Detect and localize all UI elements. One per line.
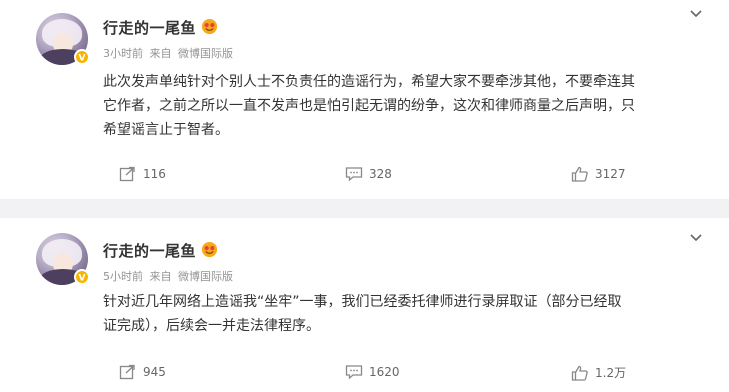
svg-text:V: V	[79, 54, 86, 63]
post-text-line: 它作者，之前之所以一直不发声也是怕引起无谓的纷争，这次和律师商量之后声明，只	[103, 98, 635, 114]
repost-icon	[119, 166, 135, 182]
like-count: 1.2万	[595, 366, 627, 380]
svg-text:V: V	[79, 274, 86, 283]
feed-divider	[0, 199, 729, 218]
weibo-post: V 行走的一尾鱼 3小时前 来自 微博国际版 此次发声单纯针对个别人士不负责任的…	[0, 0, 729, 199]
post-source[interactable]: 微博国际版	[178, 270, 233, 283]
like-button[interactable]: 1.2万	[571, 364, 626, 381]
chevron-down-icon[interactable]	[688, 232, 704, 244]
username[interactable]: 行走的一尾鱼	[103, 17, 196, 38]
post-actions: 116 328 3127	[0, 166, 729, 192]
vip-emoji-icon	[201, 18, 218, 35]
post-time[interactable]: 3小时前	[103, 47, 143, 60]
chevron-down-icon[interactable]	[688, 8, 704, 20]
thumbs-up-icon	[571, 166, 588, 182]
comment-button[interactable]: 1620	[345, 364, 400, 380]
post-text-line: 此次发声单纯针对个别人士不负责任的造谣行为，希望大家不要牵涉其他，不要牵连其	[103, 74, 635, 90]
post-text-line: 证完成），后续会一并走法律程序。	[103, 318, 320, 334]
verified-badge-icon: V	[74, 269, 90, 285]
post-content: 此次发声单纯针对个别人士不负责任的造谣行为，希望大家不要牵涉其他，不要牵连其 它…	[103, 70, 713, 142]
comment-icon	[345, 365, 363, 380]
post-content: 针对近几年网络上造谣我“坐牢”一事，我们已经委托律师进行录屏取证（部分已经取 证…	[103, 290, 713, 338]
post-meta: 5小时前 来自 微博国际版	[103, 268, 236, 284]
verified-badge-icon: V	[74, 49, 90, 65]
repost-button[interactable]: 945	[119, 364, 166, 380]
like-count: 3127	[595, 167, 626, 181]
weibo-post: V 行走的一尾鱼 5小时前 来自 微博国际版 针对近几年网络上造谣我“坐牢”一事…	[0, 218, 729, 392]
repost-count: 116	[143, 167, 166, 181]
source-prefix: 来自	[149, 47, 172, 60]
comment-count: 328	[369, 167, 392, 181]
repost-icon	[119, 364, 135, 380]
post-meta: 3小时前 来自 微博国际版	[103, 45, 236, 61]
username[interactable]: 行走的一尾鱼	[103, 240, 196, 261]
source-prefix: 来自	[149, 270, 172, 283]
thumbs-up-icon	[571, 365, 588, 381]
post-text-line: 针对近几年网络上造谣我“坐牢”一事，我们已经委托律师进行录屏取证（部分已经取	[103, 294, 622, 310]
comment-button[interactable]: 328	[345, 166, 392, 182]
post-time[interactable]: 5小时前	[103, 270, 143, 283]
post-source[interactable]: 微博国际版	[178, 47, 233, 60]
post-actions: 945 1620 1.2万	[0, 364, 729, 390]
repost-button[interactable]: 116	[119, 166, 166, 182]
like-button[interactable]: 3127	[571, 166, 626, 182]
post-text-line: 希望谣言止于智者。	[103, 122, 229, 138]
repost-count: 945	[143, 365, 166, 379]
vip-emoji-icon	[201, 241, 218, 258]
comment-count: 1620	[369, 365, 400, 379]
comment-icon	[345, 167, 363, 182]
